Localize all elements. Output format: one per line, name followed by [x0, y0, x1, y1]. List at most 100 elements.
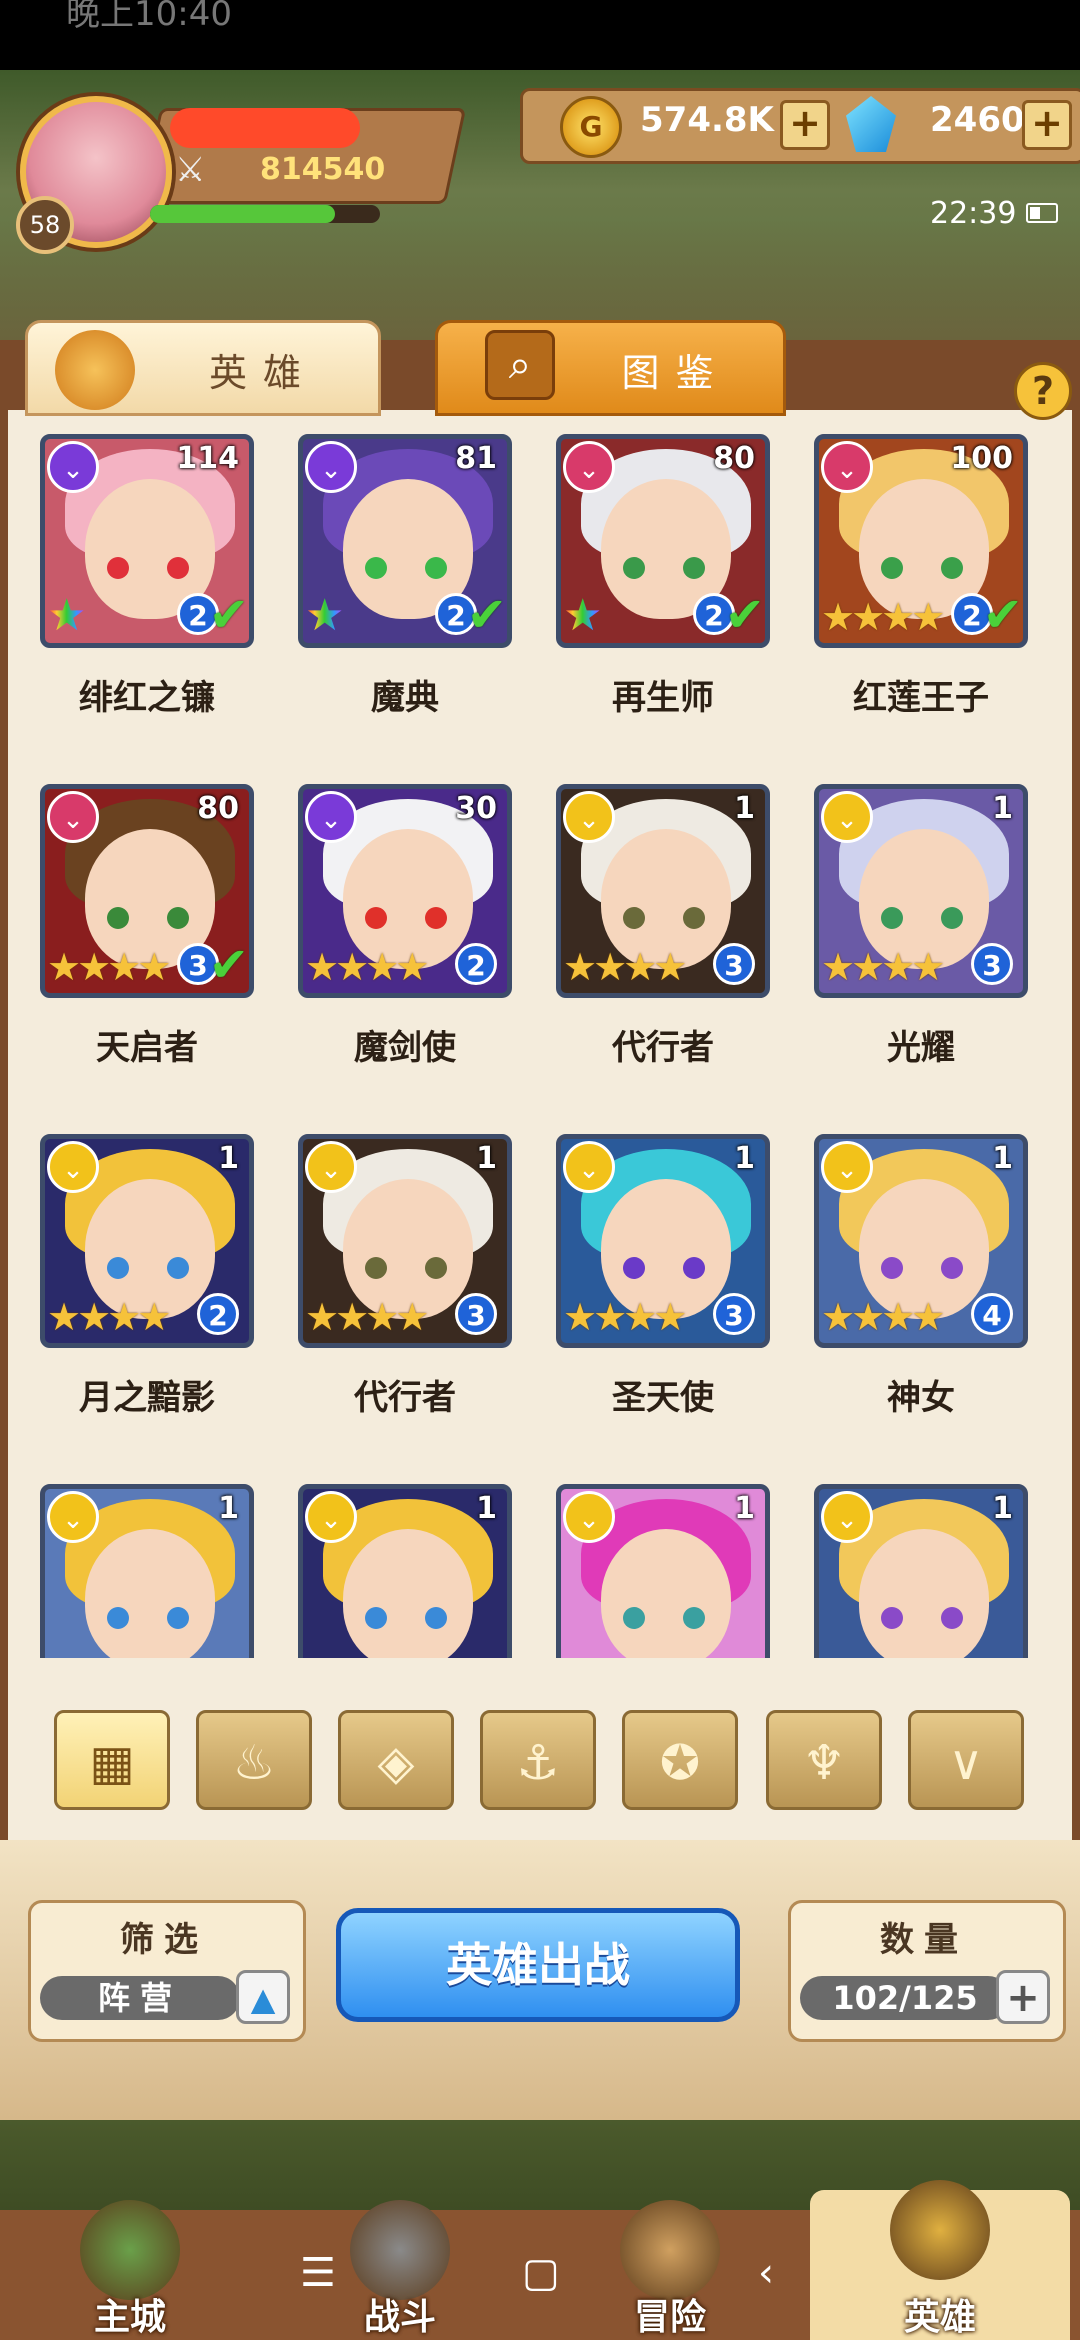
rainbow-star-icon: ★ — [305, 590, 345, 641]
hero-grade-badge: 3 — [713, 943, 755, 985]
hero-helmet-icon — [890, 2180, 990, 2280]
hero-stars: ★★★★ — [821, 595, 945, 639]
faction-badge-icon: ⌄ — [821, 1491, 873, 1543]
filter-toggle-button[interactable]: ▲ — [236, 1970, 290, 2024]
gold-coin-icon: G — [560, 96, 622, 158]
faction-badge-icon: ⌄ — [305, 1141, 357, 1193]
hero-level: 1 — [218, 1491, 239, 1526]
hero-card[interactable]: ⌄ 81 ★ 2 ✔ — [298, 434, 512, 648]
hero-eye — [365, 1607, 387, 1629]
hero-card[interactable]: ⌄ 80 ★★★★ 3 ✔ — [40, 784, 254, 998]
hero-eye — [167, 1607, 189, 1629]
deployed-check-icon: ✔ — [982, 587, 1023, 643]
faction-badge-icon: ⌄ — [305, 1491, 357, 1543]
hero-stars: ★★★★ — [305, 1295, 429, 1339]
hero-eye — [683, 557, 705, 579]
hero-stars: ★★★★ — [305, 945, 429, 989]
hero-eye — [425, 1607, 447, 1629]
hero-card[interactable]: ⌄ 1 ★★★★ 4 — [814, 1134, 1028, 1348]
hero-card[interactable]: ⌄ 1 ★★★★ 3 — [814, 784, 1028, 998]
diamond-faction-icon[interactable]: ◈ — [338, 1710, 454, 1810]
hero-stars: ★★★★ — [821, 945, 945, 989]
hero-card[interactable]: ⌄ 1 — [556, 1484, 770, 1658]
deployed-check-icon: ✔ — [208, 587, 249, 643]
add-gold-button[interactable]: + — [780, 100, 830, 150]
hero-eye — [425, 907, 447, 929]
hero-card[interactable]: ⌄ 114 ★ 2 ✔ — [40, 434, 254, 648]
faction-badge-icon: ⌄ — [47, 1491, 99, 1543]
dark-faction-icon[interactable]: ♆ — [766, 1710, 882, 1810]
grid-icon[interactable]: ▦ — [54, 1710, 170, 1810]
hero-card[interactable]: ⌄ 1 ★★★★ 3 — [556, 784, 770, 998]
deploy-heroes-button[interactable]: 英雄出战 — [336, 1908, 740, 2022]
hero-level: 1 — [734, 1491, 755, 1526]
system-back-icon[interactable]: ‹ — [758, 2250, 774, 2296]
helmet-icon — [55, 330, 135, 410]
faction-badge-icon: ⌄ — [821, 1141, 873, 1193]
hero-card[interactable]: ⌄ 100 ★★★★ 2 ✔ — [814, 434, 1028, 648]
hero-grade-badge: 2 — [197, 1293, 239, 1335]
faction-badge-icon: ⌄ — [563, 1491, 615, 1543]
hero-grid: ⌄ 114 ★ 2 ✔ 绯红之镰 ⌄ 81 ★ 2 ✔ 魔典 ⌄ 80 ★ 2 ✔ 再生师 ⌄ 100 ★★★★ 2 ✔ 红莲… — [8, 414, 1072, 1658]
hero-eye — [425, 1257, 447, 1279]
game-clock: 22:39 — [930, 196, 1017, 231]
hero-card[interactable]: ⌄ 1 ★★★★ 2 — [40, 1134, 254, 1348]
hero-card[interactable]: ⌄ 1 ★★★★ 3 — [556, 1134, 770, 1348]
hero-card[interactable]: ⌄ 1 ★★★★ 3 — [298, 1134, 512, 1348]
hero-level: 1 — [476, 1141, 497, 1176]
faction-badge-icon: ⌄ — [47, 441, 99, 493]
hero-stars: ★★★★ — [563, 1295, 687, 1339]
faction-badge-icon: ⌄ — [563, 441, 615, 493]
faction-badge-icon: ⌄ — [563, 791, 615, 843]
count-title: 数量 — [880, 1920, 968, 1960]
magnifier-icon: ⌕ — [485, 330, 555, 400]
hero-eye — [167, 907, 189, 929]
add-diamond-button[interactable]: + — [1022, 100, 1072, 150]
rainbow-star-icon: ★ — [47, 590, 87, 641]
hero-eye — [623, 1257, 645, 1279]
hero-card[interactable]: ⌄ 1 — [814, 1484, 1028, 1658]
faction-badge-icon: ⌄ — [305, 791, 357, 843]
hero-eye — [941, 1257, 963, 1279]
hero-name: 圣天使 — [612, 1378, 714, 1418]
redacted-player-name — [170, 108, 360, 148]
player-level-badge: 58 — [16, 196, 74, 254]
system-home-icon[interactable]: ▢ — [522, 2250, 560, 2296]
hero-eye — [881, 557, 903, 579]
nav-item[interactable]: 英雄 — [810, 2180, 1070, 2340]
tab-heroes-label: 英雄 — [208, 351, 317, 395]
beast-faction-icon[interactable]: ✪ — [622, 1710, 738, 1810]
expand-capacity-button[interactable]: + — [996, 1970, 1050, 2024]
hero-card[interactable]: ⌄ 1 — [40, 1484, 254, 1658]
hero-eye — [107, 1607, 129, 1629]
hero-face — [601, 1529, 731, 1658]
flame-faction-icon[interactable]: ♨ — [196, 1710, 312, 1810]
status-time: 晚上10:40 — [66, 0, 232, 34]
hero-grade-badge: 4 — [971, 1293, 1013, 1335]
light-faction-icon[interactable]: ∨ — [908, 1710, 1024, 1810]
hero-eye — [167, 557, 189, 579]
hero-level: 1 — [992, 791, 1013, 826]
rainbow-star-icon: ★ — [563, 590, 603, 641]
hero-stars: ★★★★ — [563, 945, 687, 989]
nav-item[interactable]: 主城 — [0, 2200, 260, 2340]
system-menu-icon[interactable]: ☰ — [300, 2250, 336, 2296]
hero-name: 代行者 — [354, 1378, 456, 1418]
hero-name: 光耀 — [887, 1028, 955, 1068]
hero-name: 魔剑使 — [354, 1028, 456, 1068]
exp-bar-fill — [150, 205, 335, 223]
hero-eye — [881, 1607, 903, 1629]
hero-card[interactable]: ⌄ 30 ★★★★ 2 — [298, 784, 512, 998]
tab-collection-label: 图鉴 — [621, 351, 730, 395]
hero-eye — [941, 1607, 963, 1629]
camp-filter-select[interactable]: 阵营 — [40, 1976, 240, 2020]
hero-grade-badge: 3 — [455, 1293, 497, 1335]
hero-level: 30 — [455, 791, 497, 826]
hero-name: 红莲王子 — [853, 678, 989, 718]
hero-card[interactable]: ⌄ 80 ★ 2 ✔ — [556, 434, 770, 648]
anchor-icon[interactable]: ⚓ — [480, 1710, 596, 1810]
hero-card[interactable]: ⌄ 1 — [298, 1484, 512, 1658]
hero-grade-badge: 3 — [713, 1293, 755, 1335]
hero-face — [859, 1529, 989, 1658]
help-button[interactable]: ? — [1014, 362, 1072, 420]
